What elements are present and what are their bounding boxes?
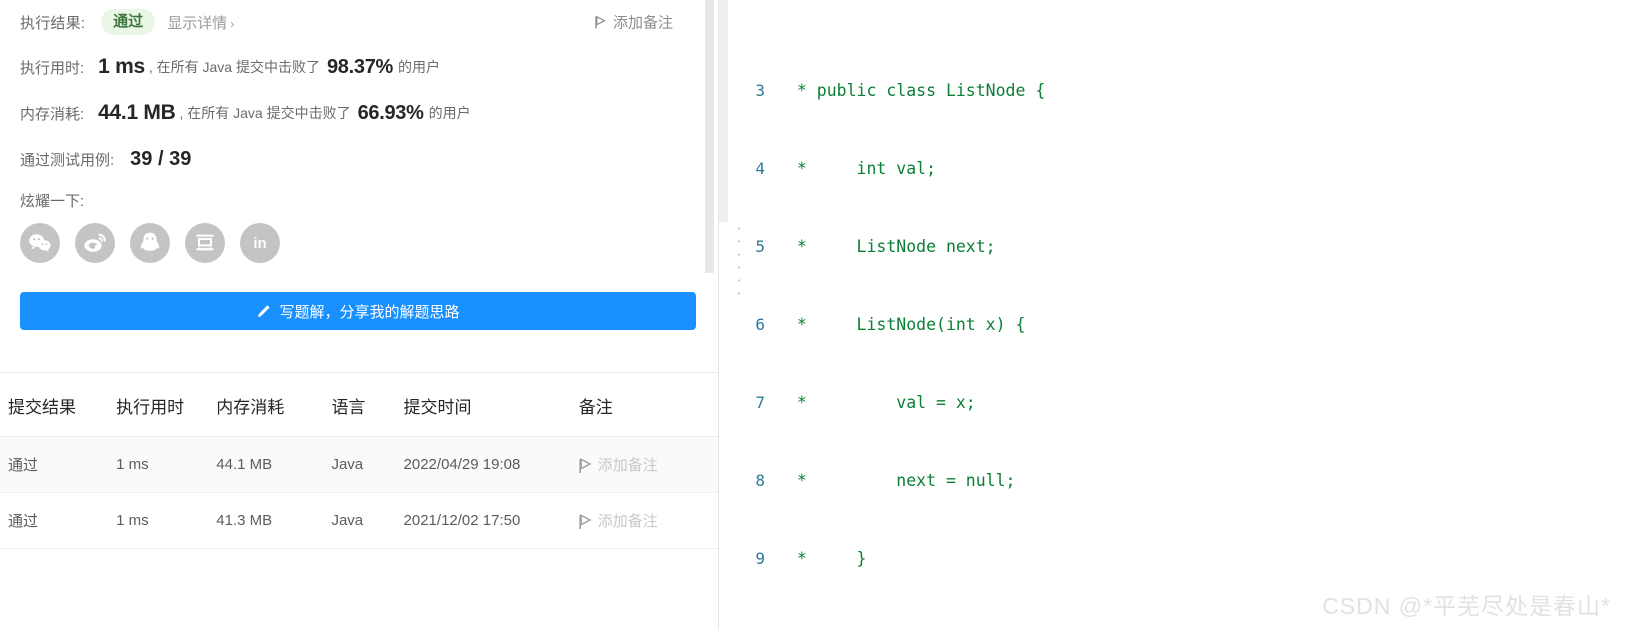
th-memory: 内存消耗 — [216, 373, 332, 437]
runtime-value: 1 ms — [98, 55, 145, 78]
share-douban-button[interactable] — [185, 223, 225, 263]
cell-runtime: 1 ms — [116, 436, 217, 493]
line-number: 9 — [755, 549, 765, 568]
cell-submitted-at: 2021/12/02 17:50 — [403, 492, 579, 549]
code-line: 8 * next = null; — [719, 468, 1627, 494]
runtime-compare-text: , 在所有 Java 提交中击败了 — [148, 59, 320, 75]
share-weibo-button[interactable] — [75, 223, 115, 263]
code-line: 3 * public class ListNode { — [719, 78, 1627, 104]
th-submitted-at: 提交时间 — [403, 373, 579, 437]
cell-memory: 41.3 MB — [216, 492, 332, 549]
table-header-row: 提交结果 执行用时 内存消耗 语言 提交时间 备注 — [0, 373, 719, 437]
line-number: 5 — [755, 237, 765, 256]
result-summary-block: 执行结果: 通过 显示详情 › 添加备注 执行用时: 1 ms , 在所有 Ja… — [0, 0, 719, 263]
write-solution-label: 写题解，分享我的解题思路 — [279, 303, 460, 321]
execution-result-label: 执行结果: — [20, 14, 86, 32]
line-number: 7 — [755, 393, 765, 412]
left-panel-scrollbar[interactable] — [705, 0, 714, 273]
th-runtime: 执行用时 — [116, 373, 217, 437]
code-line: 10 * } — [719, 624, 1627, 629]
cell-language: Java — [331, 436, 404, 493]
share-label: 炫耀一下: — [20, 193, 85, 210]
cell-runtime: 1 ms — [116, 492, 217, 549]
weibo-icon — [83, 232, 107, 254]
share-icon-list: in — [20, 223, 699, 263]
memory-percentile: 66.93% — [357, 101, 424, 124]
cell-result[interactable]: 通过 — [0, 492, 117, 549]
code-line: 6 * ListNode(int x) { — [719, 312, 1627, 338]
code-content[interactable]: 3 * public class ListNode { 4 * int val;… — [719, 0, 1627, 629]
testcases-row: 通过测试用例: 39 / 39 — [20, 136, 699, 182]
line-number: 6 — [755, 315, 765, 334]
linkedin-icon: in — [253, 234, 267, 252]
line-number: 8 — [755, 471, 765, 490]
th-result: 提交结果 — [0, 373, 117, 437]
cell-memory: 44.1 MB — [216, 436, 332, 493]
douban-icon — [194, 232, 216, 254]
memory-value: 44.1 MB — [98, 101, 176, 124]
flag-icon — [579, 457, 592, 473]
write-solution-button[interactable]: 写题解，分享我的解题思路 — [20, 292, 696, 330]
left-scroll-region: 执行结果: 通过 显示详情 › 添加备注 执行用时: 1 ms , 在所有 Ja… — [0, 0, 719, 629]
add-note-label: 添加备注 — [612, 14, 673, 32]
table-row[interactable]: 通过 1 ms 44.1 MB Java 2022/04/29 19:08 添加… — [0, 436, 719, 493]
runtime-users-text: 的用户 — [398, 59, 441, 75]
cell-language: Java — [331, 492, 404, 549]
execution-result-row: 执行结果: 通过 显示详情 › 添加备注 — [20, 0, 699, 44]
code-editor-panel[interactable]: 3 * public class ListNode { 4 * int val;… — [719, 0, 1627, 629]
share-linkedin-button[interactable]: in — [240, 223, 280, 263]
table-row[interactable]: 通过 1 ms 41.3 MB Java 2021/12/02 17:50 添加… — [0, 492, 719, 549]
testcases-label: 通过测试用例: — [20, 151, 115, 169]
status-badge: 通过 — [101, 9, 156, 35]
memory-label: 内存消耗: — [20, 105, 85, 123]
line-number: 10 — [719, 624, 781, 629]
flag-icon — [579, 513, 592, 529]
line-number: 4 — [755, 159, 765, 178]
wechat-icon — [28, 233, 52, 253]
testcases-value: 39 / 39 — [130, 147, 192, 170]
code-line: 4 * int val; — [719, 156, 1627, 182]
show-details-link[interactable]: 显示详情 › — [167, 12, 234, 33]
add-note-label: 添加备注 — [597, 457, 658, 474]
cell-submitted-at: 2022/04/29 19:08 — [403, 436, 579, 493]
runtime-percentile: 98.37% — [326, 55, 394, 78]
share-qq-button[interactable] — [130, 223, 170, 263]
memory-compare-text: , 在所有 Java 提交中击败了 — [179, 105, 351, 121]
code-line: 7 * val = x; — [719, 390, 1627, 416]
show-details-label: 显示详情 — [167, 14, 228, 32]
submission-result-page: 执行结果: 通过 显示详情 › 添加备注 执行用时: 1 ms , 在所有 Ja… — [0, 0, 1627, 629]
chevron-right-icon: › — [230, 16, 235, 31]
runtime-label: 执行用时: — [20, 59, 85, 77]
pencil-icon — [256, 304, 271, 319]
memory-row: 内存消耗: 44.1 MB , 在所有 Java 提交中击败了 66.93% 的… — [20, 90, 699, 136]
share-wechat-button[interactable] — [20, 223, 60, 263]
th-note: 备注 — [578, 373, 719, 437]
code-line: 9 * } — [719, 546, 1627, 572]
flag-icon — [595, 15, 606, 29]
runtime-row: 执行用时: 1 ms , 在所有 Java 提交中击败了 98.37% 的用户 — [20, 44, 699, 90]
qq-icon — [139, 231, 161, 255]
cell-result[interactable]: 通过 — [0, 436, 117, 493]
add-note-button[interactable]: 添加备注 — [595, 12, 673, 33]
submissions-table: 提交结果 执行用时 内存消耗 语言 提交时间 备注 通过 1 ms 44.1 M… — [0, 373, 719, 549]
cell-note[interactable]: 添加备注 — [578, 492, 719, 549]
cell-note[interactable]: 添加备注 — [578, 436, 719, 493]
line-number: 3 — [755, 81, 765, 100]
th-language: 语言 — [331, 373, 404, 437]
code-line: 5 * ListNode next; — [719, 234, 1627, 260]
submission-result-panel: 执行结果: 通过 显示详情 › 添加备注 执行用时: 1 ms , 在所有 Ja… — [0, 0, 719, 629]
add-note-label: 添加备注 — [597, 513, 658, 530]
memory-users-text: 的用户 — [428, 105, 471, 121]
